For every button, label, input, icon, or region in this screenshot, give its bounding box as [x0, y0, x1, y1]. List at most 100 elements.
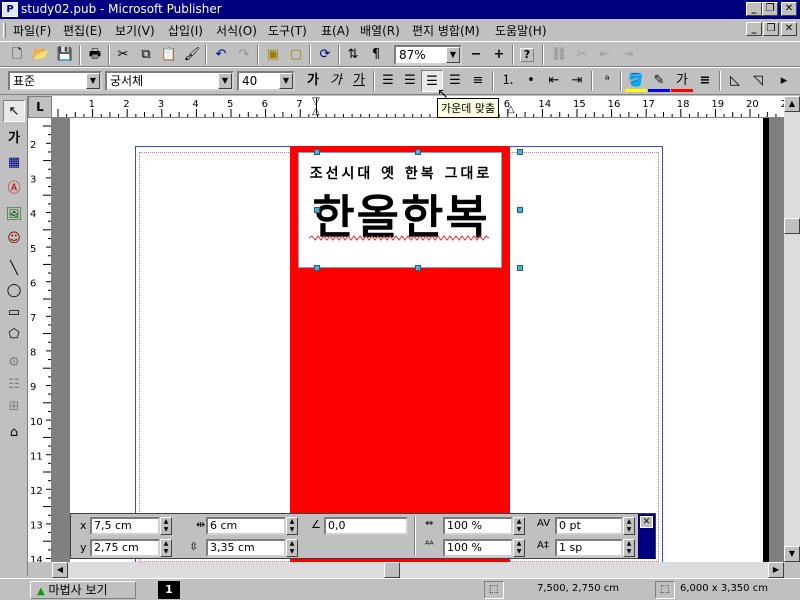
- kerning-spinner[interactable]: ▲ ▼: [623, 517, 635, 535]
- scroll-up-icon[interactable]: ▲: [784, 96, 800, 112]
- measurement-close-button[interactable]: ✕: [640, 516, 653, 528]
- scroll-down-icon[interactable]: ▼: [784, 546, 800, 562]
- align-right-icon[interactable]: ☰: [399, 70, 421, 92]
- horizontal-scroll-thumb[interactable]: [384, 562, 400, 578]
- zoom-out-button[interactable]: −: [465, 44, 487, 66]
- subtitle-text[interactable]: 조선시대 옛 한복 그대로: [299, 163, 503, 183]
- vertical-ruler[interactable]: 2 3 4 5 6 7 8 9 10 11 12 13 14: [28, 118, 52, 562]
- fill-color-icon[interactable]: 🪣: [625, 70, 647, 92]
- pointer-tool-icon[interactable]: ↖: [3, 100, 25, 122]
- new-file-icon[interactable]: 🗋: [6, 44, 28, 66]
- previous-frame-icon[interactable]: ⇤: [594, 44, 616, 66]
- bring-to-front-icon[interactable]: ▣: [262, 44, 284, 66]
- save-icon[interactable]: 💾: [54, 44, 76, 66]
- line-spacing-input[interactable]: 1 sp: [555, 539, 623, 557]
- font-size-grow-icon[interactable]: ᵃ: [596, 70, 618, 92]
- page-navigator[interactable]: 1: [158, 581, 180, 599]
- unlink-icon[interactable]: ✂: [571, 44, 593, 66]
- oval-tool-icon[interactable]: ◯: [3, 280, 25, 302]
- title-bar[interactable]: P study02.pub - Microsoft Publisher _ ❐ …: [0, 0, 800, 19]
- redo-icon[interactable]: ↷: [233, 44, 255, 66]
- chevron-down-icon[interactable]: ▼: [279, 73, 293, 89]
- undo-icon[interactable]: ↶: [210, 44, 232, 66]
- resize-handle-e[interactable]: [517, 207, 523, 213]
- send-to-back-icon[interactable]: ▢: [285, 44, 307, 66]
- clip-gallery-tool-icon[interactable]: ☺: [3, 228, 25, 250]
- menu-help[interactable]: 도움말(H): [495, 22, 547, 39]
- kerning-input[interactable]: 0 pt: [555, 517, 623, 535]
- horizontal-ruler[interactable]: 12345671234561415161718192021 ▽ △ △: [52, 96, 784, 118]
- next-frame-icon[interactable]: ⇥: [617, 44, 639, 66]
- line-spacing-spinner[interactable]: ▲ ▼: [623, 539, 635, 557]
- bullets-icon[interactable]: •: [520, 70, 542, 92]
- chevron-down-icon[interactable]: ▼: [86, 73, 100, 89]
- vertical-scroll-thumb[interactable]: [784, 218, 800, 234]
- text-frame[interactable]: 조선시대 옛 한복 그대로 한올한복: [298, 152, 502, 268]
- menu-file[interactable]: 파일(F): [13, 22, 51, 39]
- style-select[interactable]: 표준 ▼: [8, 71, 102, 91]
- font-size-select[interactable]: 40 ▼: [237, 71, 295, 91]
- menu-table[interactable]: 표(A): [321, 22, 350, 39]
- underline-button[interactable]: 가: [348, 70, 370, 92]
- show-wizard-button[interactable]: ▲ 마법사 보기: [30, 581, 136, 599]
- x-position-input[interactable]: 7,5 cm: [90, 517, 160, 535]
- menu-edit[interactable]: 편집(E): [63, 22, 102, 39]
- line-style-icon[interactable]: ≡: [694, 70, 716, 92]
- resize-handle-ne[interactable]: [517, 149, 523, 155]
- workspace[interactable]: 조선시대 옛 한복 그대로 한올한복: [52, 118, 784, 562]
- ruler-origin[interactable]: L: [28, 96, 52, 118]
- doc-close-button[interactable]: ✕: [781, 22, 797, 36]
- restore-button[interactable]: ❐: [762, 2, 778, 16]
- pilcrow-icon[interactable]: ¶: [365, 44, 387, 66]
- custom-shapes-tool-icon[interactable]: ⬠: [3, 324, 25, 346]
- rotate-right-icon[interactable]: ◹: [747, 70, 769, 92]
- character-scale-input[interactable]: 100 %: [443, 539, 513, 557]
- text-scale-input[interactable]: 100 %: [443, 517, 513, 535]
- form-control-tool-icon[interactable]: ⚙: [3, 352, 25, 374]
- minimize-button[interactable]: _: [746, 2, 762, 16]
- format-painter-icon[interactable]: 🖌: [181, 44, 203, 66]
- close-button[interactable]: ✕: [781, 2, 797, 16]
- line-color-icon[interactable]: ✎: [648, 70, 670, 92]
- horizontal-scrollbar[interactable]: ◀ ▶: [52, 562, 784, 578]
- resize-handle-s[interactable]: [415, 265, 421, 271]
- chevron-down-icon[interactable]: ▼: [218, 73, 232, 89]
- print-icon[interactable]: 🖶: [84, 44, 106, 66]
- measurement-toolbar-title[interactable]: ✕: [638, 514, 655, 559]
- decrease-indent-icon[interactable]: ⇤: [543, 70, 565, 92]
- font-select[interactable]: 궁서체 ▼: [105, 71, 234, 91]
- rotate-left-icon[interactable]: ◺: [724, 70, 746, 92]
- link-icon[interactable]: ⛓: [548, 44, 570, 66]
- publisher-app-icon[interactable]: P: [2, 2, 18, 17]
- picture-frame-tool-icon[interactable]: 🖼: [3, 204, 25, 226]
- menu-tools[interactable]: 도구(T): [268, 22, 307, 39]
- line-tool-icon[interactable]: ╲: [3, 258, 25, 280]
- doc-minimize-button[interactable]: _: [746, 22, 762, 36]
- cut-icon[interactable]: ✂: [112, 44, 134, 66]
- menu-format[interactable]: 서식(O): [216, 22, 257, 39]
- font-color-button[interactable]: 가: [671, 70, 693, 92]
- right-indent-icon[interactable]: △: [507, 104, 515, 115]
- vertical-scrollbar[interactable]: ▲ ▼: [784, 96, 800, 562]
- rectangle-tool-icon[interactable]: ▭: [3, 302, 25, 324]
- rotation-input[interactable]: 0,0: [324, 517, 408, 535]
- width-input[interactable]: 6 cm: [206, 517, 286, 535]
- open-folder-icon[interactable]: 📂: [30, 44, 52, 66]
- character-scale-spinner[interactable]: ▲ ▼: [513, 539, 525, 557]
- height-spinner[interactable]: ▲ ▼: [286, 539, 298, 557]
- doc-restore-button[interactable]: ❐: [763, 22, 779, 36]
- numbering-icon[interactable]: ⒈: [497, 70, 519, 92]
- height-input[interactable]: 3,35 cm: [206, 539, 286, 557]
- scroll-left-icon[interactable]: ◀: [52, 562, 68, 578]
- help-button[interactable]: ?: [516, 44, 538, 66]
- x-spinner[interactable]: ▲ ▼: [160, 517, 172, 535]
- design-gallery-tool-icon[interactable]: ⌂: [3, 422, 25, 444]
- resize-handle-w[interactable]: [314, 207, 320, 213]
- italic-button[interactable]: 가: [325, 70, 347, 92]
- special-characters-icon[interactable]: ⇅: [342, 44, 364, 66]
- y-spinner[interactable]: ▲ ▼: [160, 539, 172, 557]
- text-scale-spinner[interactable]: ▲ ▼: [513, 517, 525, 535]
- zoom-in-button[interactable]: +: [488, 44, 510, 66]
- chevron-down-icon[interactable]: ▼: [446, 47, 460, 63]
- width-spinner[interactable]: ▲ ▼: [286, 517, 298, 535]
